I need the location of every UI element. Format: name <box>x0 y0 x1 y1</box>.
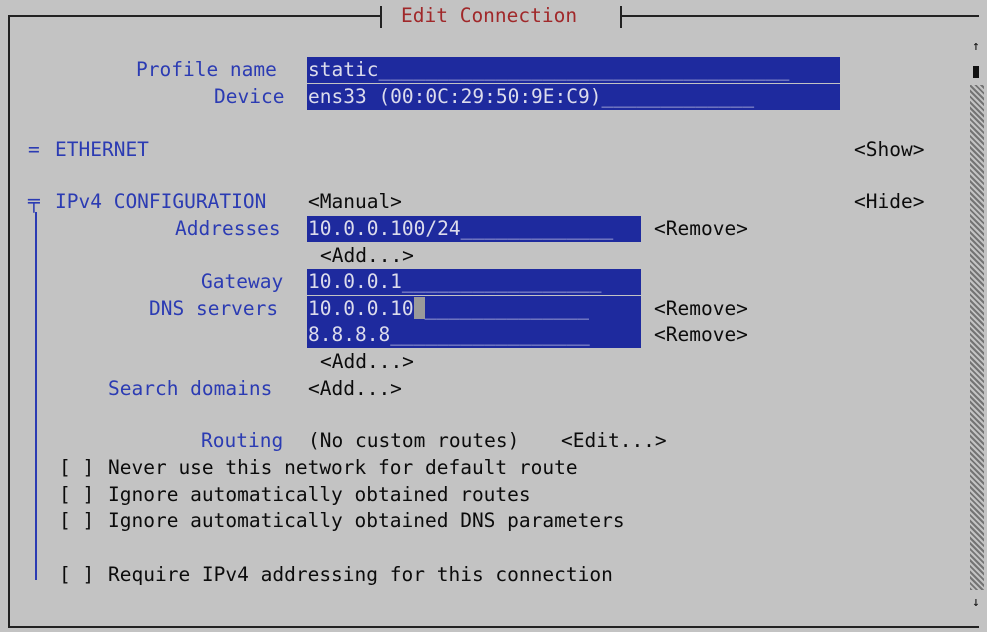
gateway-fill: _________________ <box>401 270 602 293</box>
device-fill: _____________ <box>601 85 755 108</box>
ipv4-heading: IPv4 CONFIGURATION <box>55 190 267 213</box>
text-cursor <box>413 297 425 319</box>
addresses-label: Addresses <box>175 217 281 240</box>
routing-edit-button[interactable]: <Edit...> <box>561 428 667 454</box>
ipv4-section-bar <box>35 212 37 580</box>
profile-name-fill: ___________________________________ <box>378 58 790 81</box>
dns-fill-1: ______________ <box>424 297 590 320</box>
checkbox-never-default-route-label: Never use this network for default route <box>108 456 578 479</box>
frame-left-border <box>8 15 10 627</box>
gateway-label: Gateway <box>201 270 284 293</box>
dns-remove-button-2[interactable]: <Remove> <box>654 322 748 348</box>
ethernet-heading: ETHERNET <box>55 138 149 161</box>
ethernet-collapse-marker[interactable]: = <box>28 137 40 163</box>
address-fill: _____________ <box>460 217 614 240</box>
dns-fill-2: _________________ <box>390 323 590 346</box>
add-search-domain-button[interactable]: <Add...> <box>308 376 402 402</box>
dns-value-1: 10.0.0.10 <box>308 297 414 320</box>
dns-field-1[interactable]: 10.0.0.10 ______________ <box>307 296 641 322</box>
dns-remove-button-1[interactable]: <Remove> <box>654 296 748 322</box>
scrollbar-track[interactable] <box>970 85 984 590</box>
profile-name-label: Profile name <box>136 58 277 81</box>
frame-bottom-border <box>8 626 979 628</box>
address-value: 10.0.0.100/24 <box>308 217 461 240</box>
window-title: Edit Connection <box>401 4 578 27</box>
dns-field-2[interactable]: 8.8.8.8_________________ <box>307 322 641 348</box>
ethernet-show-button[interactable]: <Show> <box>854 137 924 163</box>
checkbox-require-ipv4-label: Require IPv4 addressing for this connect… <box>108 563 613 586</box>
add-address-button[interactable]: <Add...> <box>320 243 414 269</box>
profile-name-value: static <box>308 58 379 81</box>
frame-top-border-right <box>622 15 979 17</box>
checkbox-ignore-routes-label: Ignore automatically obtained routes <box>108 483 531 506</box>
dns-value-2: 8.8.8.8 <box>308 323 391 346</box>
title-left-tick <box>380 6 382 28</box>
add-dns-button[interactable]: <Add...> <box>320 349 414 375</box>
search-domains-label: Search domains <box>108 377 273 400</box>
routing-label: Routing <box>201 429 284 452</box>
device-label: Device <box>214 85 285 108</box>
device-field[interactable]: ens33 (00:0C:29:50:9E:C9)_____________ <box>307 84 840 110</box>
device-value: ens33 (00:0C:29:50:9E:C9) <box>308 85 602 108</box>
profile-name-field[interactable]: static__________________________________… <box>307 57 840 83</box>
ipv4-mode-select[interactable]: <Manual> <box>308 189 402 215</box>
gateway-value: 10.0.0.1 <box>308 270 402 293</box>
gateway-field[interactable]: 10.0.0.1_________________ <box>307 269 641 295</box>
routing-value: (No custom routes) <box>308 429 520 452</box>
address-field[interactable]: 10.0.0.100/24_____________ <box>307 216 641 242</box>
checkbox-ignore-dns[interactable]: [ ] <box>59 508 94 534</box>
title-right-tick <box>620 6 622 28</box>
ipv4-hide-button[interactable]: <Hide> <box>854 189 924 215</box>
checkbox-ignore-routes[interactable]: [ ] <box>59 482 94 508</box>
scrollbar-thumb[interactable] <box>973 66 979 78</box>
scroll-down-arrow[interactable]: ↓ <box>972 596 980 610</box>
address-remove-button[interactable]: <Remove> <box>654 216 748 242</box>
dns-servers-label: DNS servers <box>149 297 279 320</box>
ipv4-collapse-marker[interactable]: ╤ <box>28 189 40 215</box>
checkbox-never-default-route[interactable]: [ ] <box>59 455 94 481</box>
checkbox-ignore-dns-label: Ignore automatically obtained DNS parame… <box>108 509 625 532</box>
frame-top-border <box>8 15 380 17</box>
checkbox-require-ipv4[interactable]: [ ] <box>59 562 94 588</box>
scroll-up-arrow[interactable]: ↑ <box>972 40 980 54</box>
